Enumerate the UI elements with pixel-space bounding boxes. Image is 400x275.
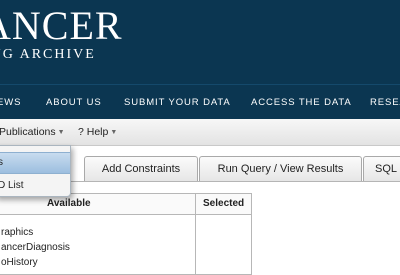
menu-bar: Publications ▼ ? Help ▼ <box>0 119 400 146</box>
nav-item-research[interactable]: RESEA <box>370 97 400 108</box>
dropdown-item-id-list[interactable]: D List <box>0 176 70 196</box>
dropdown-item-label: D List <box>0 180 24 191</box>
chevron-down-icon: ▼ <box>57 129 65 136</box>
help-menu[interactable]: ? Help ▼ <box>78 126 117 138</box>
dropdown-item-highlighted[interactable]: s <box>0 152 70 174</box>
tab-run-query-view-results[interactable]: Run Query / View Results <box>199 156 362 181</box>
list-item[interactable]: raphics <box>1 227 33 238</box>
nav-item-submit-your-data[interactable]: SUBMIT YOUR DATA <box>124 97 231 108</box>
tab-add-constraints[interactable]: Add Constraints <box>84 156 198 181</box>
publications-menu-label: Publications <box>0 126 56 138</box>
field-selector-panel: Available Selected raphics ancerDiagnosi… <box>0 193 252 275</box>
main-nav: EWS ABOUT US SUBMIT YOUR DATA ACCESS THE… <box>0 84 400 119</box>
publications-menu[interactable]: Publications ▼ <box>0 126 65 138</box>
list-item[interactable]: ancerDiagnosis <box>1 242 70 253</box>
site-banner: ANCER ING ARCHIVE <box>0 0 400 84</box>
nav-item-news[interactable]: EWS <box>0 97 21 108</box>
column-divider <box>195 194 196 274</box>
selected-column-header: Selected <box>203 198 245 209</box>
help-menu-label: ? Help <box>78 126 109 138</box>
dropdown-menu: s D List <box>0 145 71 197</box>
nav-item-about-us[interactable]: ABOUT US <box>46 97 102 108</box>
list-item[interactable]: oHistory <box>1 257 38 268</box>
panel-header: Available Selected <box>0 194 251 215</box>
chevron-down-icon: ▼ <box>110 129 118 136</box>
tab-sql[interactable]: SQL <box>363 156 400 181</box>
dropdown-item-label: s <box>0 157 3 168</box>
available-column-header: Available <box>47 198 91 209</box>
site-logo-subtitle: ING ARCHIVE <box>0 47 96 62</box>
nav-item-access-the-data[interactable]: ACCESS THE DATA <box>251 97 352 108</box>
site-logo[interactable]: ANCER <box>0 4 123 48</box>
